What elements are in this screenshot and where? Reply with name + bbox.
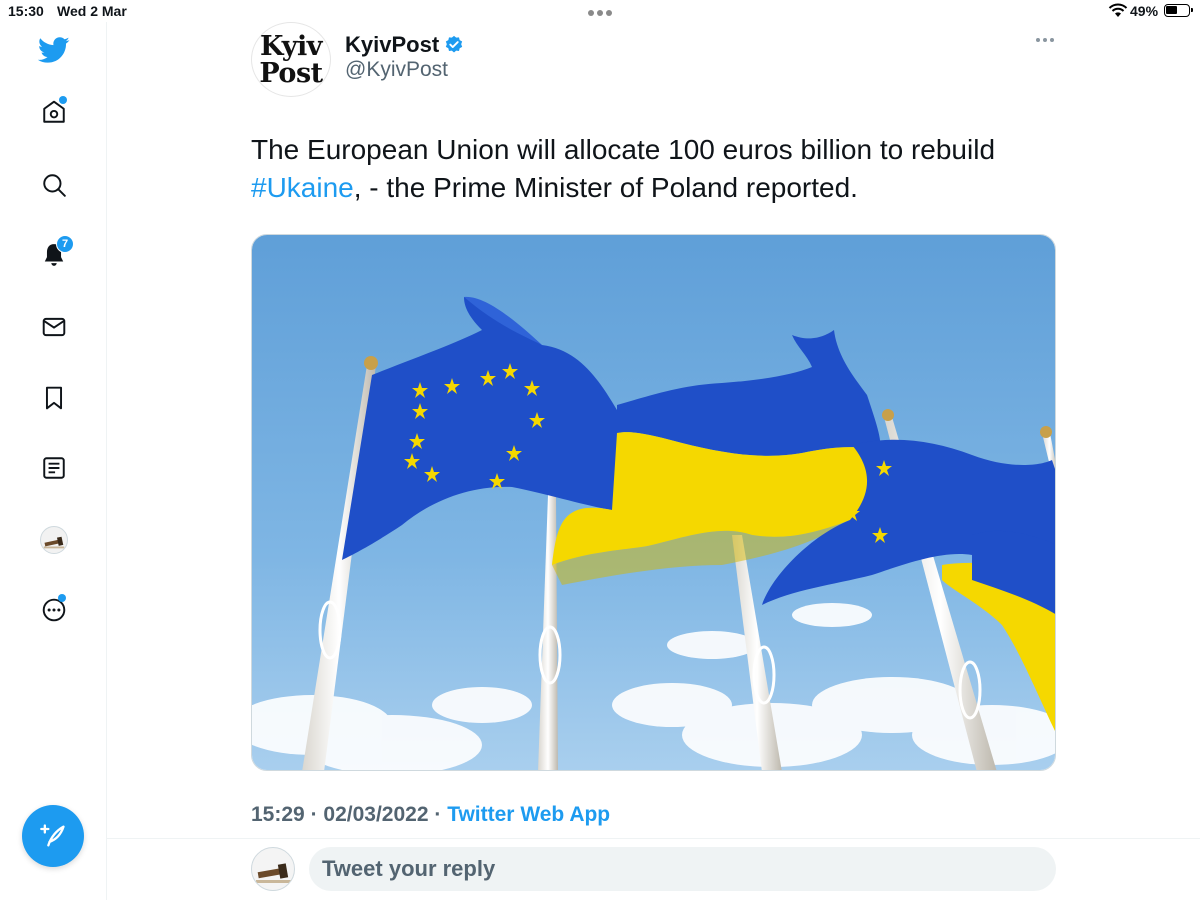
multitasking-dots-icon[interactable] (588, 10, 612, 16)
status-date: Wed 2 Mar (57, 3, 127, 19)
battery-percentage: 49% (1130, 3, 1159, 19)
battery-icon (1164, 4, 1193, 17)
more-circle-icon[interactable] (36, 592, 72, 628)
sidebar: 7 (0, 22, 107, 900)
bookmark-icon[interactable] (36, 380, 72, 416)
wifi-icon (1108, 3, 1128, 17)
bell-icon[interactable]: 7 (36, 235, 74, 273)
author-handle[interactable]: @KyivPost (345, 58, 448, 82)
tweet-time[interactable]: 15:29 (251, 803, 305, 826)
twitter-bird-icon[interactable] (36, 32, 72, 68)
author-name[interactable]: KyivPost (345, 32, 439, 58)
verified-badge-icon (445, 35, 463, 53)
more-notification-dot (58, 594, 66, 602)
tweet-metadata: 15:29 · 02/03/2022 · Twitter Web App (251, 803, 610, 827)
home-icon[interactable] (36, 94, 72, 130)
profile-avatar[interactable] (36, 522, 72, 558)
reply-input[interactable] (309, 847, 1056, 891)
tweet-text-part1: The European Union will allocate 100 eur… (251, 134, 996, 165)
compose-tweet-button[interactable] (22, 805, 84, 867)
author-logo-line1: Kyiv (260, 30, 322, 62)
status-bar: 15:30 Wed 2 Mar 49% (0, 0, 1200, 22)
home-notification-dot (59, 96, 67, 104)
author-avatar[interactable]: Kyiv Post (251, 22, 331, 97)
meta-separator-2: · (434, 803, 442, 826)
meta-separator: · (310, 803, 318, 826)
search-icon[interactable] (36, 167, 72, 203)
tweet-more-options-icon[interactable] (1036, 38, 1054, 42)
list-icon[interactable] (36, 450, 72, 486)
status-time: 15:30 (8, 3, 44, 19)
reply-user-avatar[interactable] (251, 847, 295, 891)
envelope-icon[interactable] (36, 309, 72, 345)
author-logo-line2: Post (259, 57, 323, 89)
hashtag-link[interactable]: #Ukaine (251, 172, 354, 203)
tweet-text: The European Union will allocate 100 eur… (251, 131, 1051, 207)
feather-plus-icon (40, 824, 65, 847)
tweet-text-part2: , - the Prime Minister of Poland reporte… (353, 172, 858, 203)
tweet-source-link[interactable]: Twitter Web App (447, 803, 610, 826)
tweet-date[interactable]: 02/03/2022 (323, 803, 428, 826)
notifications-count-badge: 7 (56, 235, 74, 253)
flags-photo (252, 235, 1055, 770)
tweet-image[interactable] (251, 234, 1056, 771)
author-name-row[interactable]: KyivPost (345, 32, 464, 58)
divider (107, 838, 1200, 839)
